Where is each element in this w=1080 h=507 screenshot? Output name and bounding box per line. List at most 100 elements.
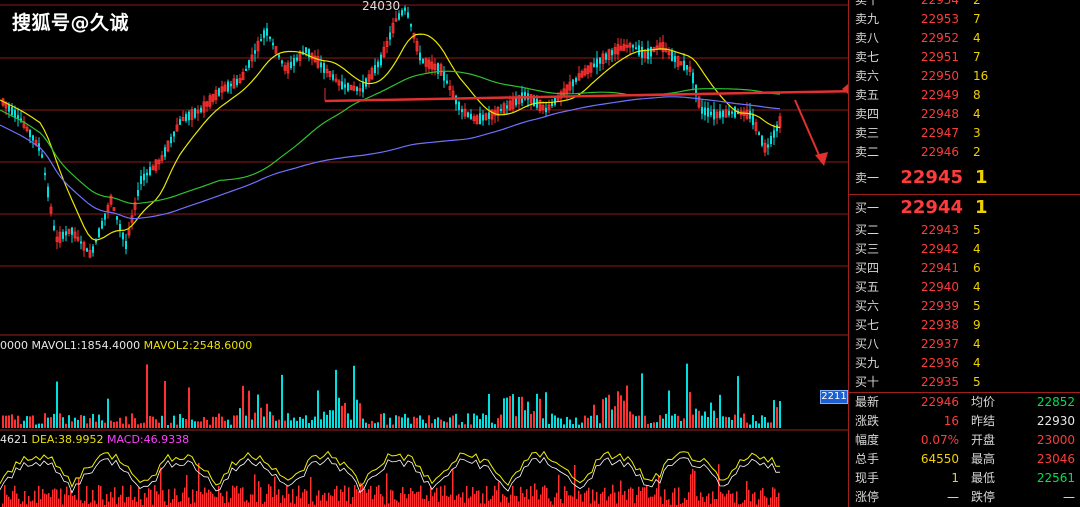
volume-bar [95,421,97,428]
macd-bar [728,490,730,507]
ask-row[interactable]: 卖二 22946 2 [849,143,1080,162]
bid-row[interactable]: 买八 22937 4 [849,335,1080,354]
stat-row: 现手 1 最低 22561 [849,469,1080,488]
candle-body [125,241,127,249]
volume-bar [710,402,712,428]
volume-bar [722,416,724,428]
stat-label: 总手 [855,452,880,466]
candle-body [707,108,709,117]
macd-bar [434,492,436,507]
candle-body [263,30,265,38]
macd-bar [118,497,120,507]
ask-row[interactable]: 卖七 22951 7 [849,48,1080,67]
macd-bar [744,499,746,507]
macd-bar [632,488,634,507]
macd-bar [58,498,60,507]
ask-row[interactable]: 卖八 22952 4 [849,29,1080,48]
macd-bar [770,497,772,507]
volume-bar [47,417,49,428]
volume-bar [491,422,493,428]
macd-bar [730,493,732,507]
volume-bar [404,413,406,428]
candle-body [188,111,190,121]
macd-bar [750,501,752,507]
bid-row-best[interactable]: 买一 22944 1 [849,195,1080,221]
macd-bar [526,489,528,507]
macd-bar [98,485,100,507]
bid-row[interactable]: 买九 22936 4 [849,354,1080,373]
bid-price: 22935 [920,375,959,389]
macd-bar [596,491,598,507]
ask-row-best[interactable]: 卖一 22945 1 [849,165,1080,191]
macd-bar [228,502,230,507]
volume-bar [545,392,547,428]
macd-bar [276,494,278,507]
ask-row[interactable]: 卖九 22953 7 [849,10,1080,29]
macd-bar [746,481,748,507]
bid-row[interactable]: 买二 22943 5 [849,221,1080,240]
candle-body [119,224,121,230]
ask-row[interactable]: 卖十 22954 2 [849,0,1080,10]
ask-row[interactable]: 卖四 22948 4 [849,105,1080,124]
macd-bar [110,491,112,507]
volume-bar [656,422,658,428]
candle-body [749,110,751,119]
macd-label: MACD:46.9338 [106,433,190,446]
price-chart[interactable] [0,0,848,507]
bid-row[interactable]: 买六 22939 5 [849,297,1080,316]
volume-bar [779,401,781,428]
volume-bar [419,415,421,428]
macd-bar [718,464,720,507]
bid-row[interactable]: 买四 22941 6 [849,259,1080,278]
volume-bar [284,420,286,428]
candle-body [389,32,391,40]
macd-bar [568,495,570,507]
volume-bar [668,390,670,428]
macd-bar [42,488,44,507]
bid-row[interactable]: 买五 22940 4 [849,278,1080,297]
macd-bar [200,491,202,507]
ask-row[interactable]: 卖六 22950 16 [849,67,1080,86]
macd-bar [216,497,218,507]
macd-bar [46,494,48,507]
macd-bar [540,494,542,507]
volume-bar [314,416,316,428]
macd-bar [240,488,242,507]
volume-bar [428,415,430,428]
volume-bar [14,419,16,428]
candle-body [53,225,55,231]
chart-area[interactable]: 搜狐号@久诚 24030 0000 MAVOL1:1854.4000 MAVOL… [0,0,848,507]
candle-body [98,228,100,238]
macd-bar [576,498,578,507]
ask-row[interactable]: 卖三 22947 3 [849,124,1080,143]
candle-body [500,108,502,112]
volume-bar [296,420,298,428]
candle-body [575,77,577,83]
macd-bar [544,485,546,507]
down-arrow-line [794,99,823,163]
candle-body [686,65,688,70]
ask-row[interactable]: 卖五 22949 8 [849,86,1080,105]
volume-bar [359,403,361,428]
bid-row[interactable]: 买七 22938 9 [849,316,1080,335]
candle-body [362,81,364,93]
volume-bar [17,415,19,428]
macd-bar [666,499,668,507]
macd-bar [736,491,738,507]
bid-price: 22938 [920,318,959,332]
volume-bar [641,373,643,428]
macd-bar [48,493,50,507]
macd-bar [234,487,236,507]
stat-label: 现手 [855,471,880,485]
macd-bar [712,491,714,507]
volume-bar [305,415,307,428]
volume-bar [302,418,304,428]
volume-bar [167,424,169,428]
bid-row[interactable]: 买十 22935 5 [849,373,1080,392]
macd-bar [124,502,126,507]
bid-row[interactable]: 买三 22942 4 [849,240,1080,259]
macd-bar [100,486,102,507]
candle-body [377,61,379,68]
ask-qty: 16 [973,69,989,83]
ask-label: 卖六 [855,69,880,83]
